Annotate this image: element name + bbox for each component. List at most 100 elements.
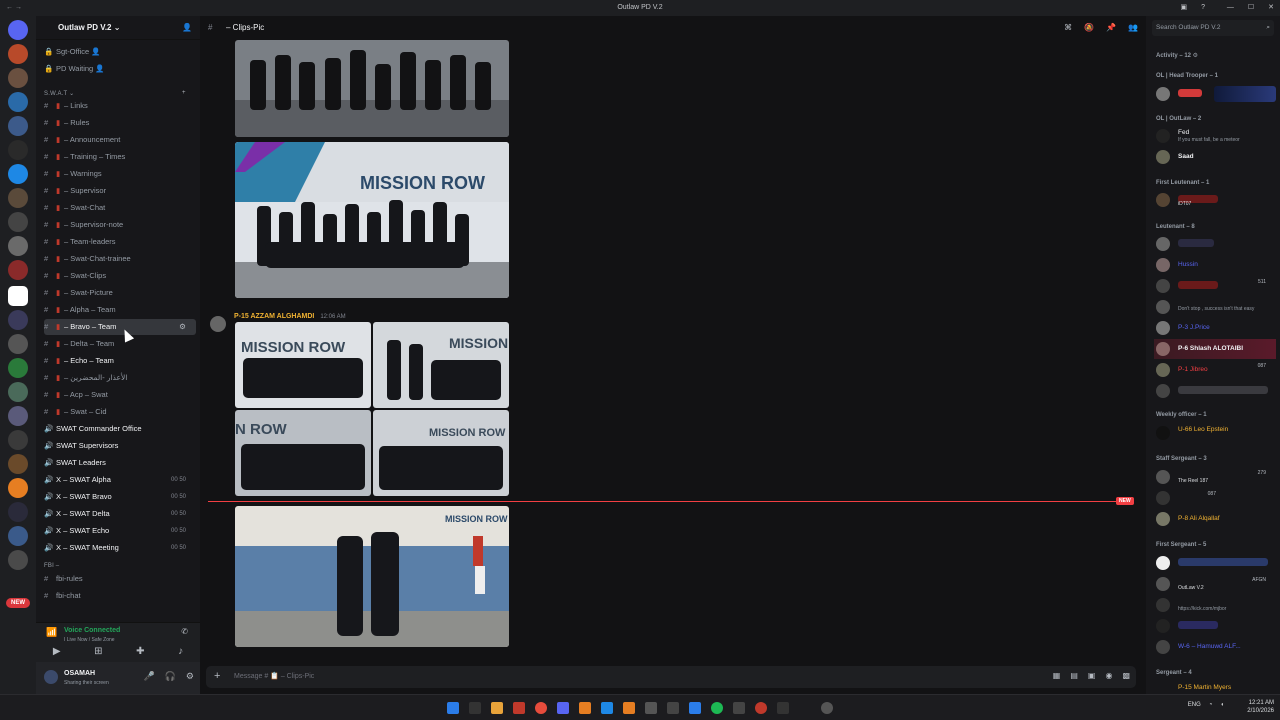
guild-icon[interactable] [8, 406, 28, 426]
voice-channel-item[interactable]: 🔊 SWAT Supervisors [44, 438, 196, 454]
guild-icon[interactable] [8, 20, 28, 40]
guild-icon[interactable] [8, 260, 28, 280]
image-attachment[interactable]: MISSION [373, 322, 509, 408]
channel-item[interactable]: # ▮ – Swat-Chat [44, 200, 196, 216]
channel-item[interactable]: # ▮ – Acp – Swat [44, 387, 196, 403]
guild-icon[interactable] [8, 334, 28, 354]
member-item[interactable] [1154, 553, 1276, 573]
start-icon[interactable] [447, 702, 459, 714]
channel-item[interactable]: # ▮ – Echo – Team [44, 353, 196, 369]
file-explorer-icon[interactable] [491, 702, 503, 714]
image-attachment[interactable]: MISSION ROW [235, 142, 509, 298]
guild-icon[interactable] [8, 164, 28, 184]
channel-item[interactable]: # ▮ – Swat-Clips [44, 268, 196, 284]
member-item[interactable] [1154, 234, 1276, 254]
member-item[interactable] [1154, 616, 1276, 636]
channel-item[interactable]: # ▮ – Swat – Cid [44, 404, 196, 420]
app-icon[interactable] [667, 702, 679, 714]
inbox-icon[interactable]: ▣ [1180, 0, 1187, 16]
add-member-icon[interactable]: 👤 [182, 16, 192, 40]
guild-icon[interactable] [8, 236, 28, 256]
app-icon[interactable] [579, 702, 591, 714]
user-avatar[interactable] [44, 670, 58, 684]
guild-icon[interactable] [8, 478, 28, 498]
gift-icon[interactable]: ▤ [1070, 671, 1078, 680]
app-icon[interactable] [755, 702, 767, 714]
help-icon[interactable]: ? [1201, 0, 1205, 16]
message-input[interactable]: Message # 📋 – Clips-Pic [234, 672, 314, 680]
guild-icon[interactable] [8, 502, 28, 522]
member-item[interactable]: 511 [1154, 276, 1276, 296]
member-item[interactable]: W-6 – Hamuwd ALF... [1154, 637, 1276, 657]
channel-item[interactable]: # ▮ – Swat-Picture [44, 285, 196, 301]
member-item[interactable]: Fed If you must fall, be a meteor [1154, 126, 1276, 146]
voice-channel-item[interactable]: 🔊 X – SWAT Meeting 00 50 [44, 540, 196, 556]
app-icon[interactable] [733, 702, 745, 714]
channel-item[interactable]: # ▮ – Supervisor [44, 183, 196, 199]
gif-icon[interactable]: ▣ [1088, 671, 1096, 680]
channel-item[interactable]: # ▮ – Training – Times [44, 149, 196, 165]
channel-item[interactable]: # fbi-rules [44, 571, 196, 587]
voice-channel-item[interactable]: 🔊 X – SWAT Delta 00 50 [44, 506, 196, 522]
member-item[interactable]: https://kick.com/mjbor [1154, 595, 1276, 615]
guild-icon[interactable] [8, 310, 28, 330]
search-icon[interactable] [469, 702, 481, 714]
guild-icon[interactable] [8, 188, 28, 208]
guild-icon[interactable] [8, 430, 28, 450]
member-item[interactable]: OL [1154, 84, 1276, 104]
channel-settings-icon[interactable]: ⚙ [179, 319, 186, 335]
channel-item[interactable]: # ▮ – Delta – Team [44, 336, 196, 352]
image-attachment[interactable]: MISSION ROW [373, 410, 509, 496]
member-item[interactable]: P-6 Shlash ALOTAIBI [1154, 339, 1276, 359]
channel-item[interactable]: 🔒 PD Waiting 👤 [44, 61, 196, 77]
notifications-icon[interactable]: 🔕 [1084, 16, 1094, 40]
guild-icon[interactable] [8, 44, 28, 64]
member-item[interactable]: Hussin [1154, 255, 1276, 275]
member-item[interactable]: P-8 Ali Alqallaf [1154, 509, 1276, 529]
author-avatar[interactable] [210, 316, 226, 332]
channel-item[interactable]: # ▮ – Links [44, 98, 196, 114]
system-tray[interactable]: ENG ◔ ◖ [1188, 702, 1224, 708]
app-icon[interactable] [601, 702, 613, 714]
settings-gear-icon[interactable]: ⚙ [186, 671, 194, 682]
image-attachment[interactable] [235, 40, 509, 137]
guild-icon[interactable] [8, 550, 28, 570]
member-item[interactable]: U-66 Leo Epstein [1154, 423, 1276, 443]
camera-icon[interactable]: ▶ [53, 646, 61, 657]
activity-icon[interactable]: ✚ [136, 646, 144, 657]
guild-icon[interactable] [8, 358, 28, 378]
member-item[interactable]: OutLaw V.2 AFGN [1154, 574, 1276, 594]
channel-item[interactable]: 🔒 Sgt-Office 👤 [44, 44, 196, 60]
channel-item[interactable]: # fbi-chat [44, 588, 196, 604]
voice-channel[interactable]: I Live Now / Safe Zone [64, 637, 115, 643]
chrome-icon[interactable] [535, 702, 547, 714]
app-icon[interactable] [777, 702, 789, 714]
back-icon[interactable]: ← → [6, 0, 22, 16]
member-item[interactable]: The Reel 187 279 [1154, 467, 1276, 487]
pin-icon[interactable]: 📌 [1106, 16, 1116, 40]
channel-item[interactable]: # ▮ – Alpha – Team [44, 302, 196, 318]
attach-plus-icon[interactable]: + [214, 670, 220, 682]
member-item[interactable]: Saad [1154, 147, 1276, 167]
guild-icon[interactable] [8, 454, 28, 474]
app-icon[interactable] [645, 702, 657, 714]
member-item[interactable]: P-1 Jibreo 087 [1154, 360, 1276, 380]
disconnect-icon[interactable]: ✆ [181, 627, 188, 636]
voice-channel-item[interactable]: 🔊 X – SWAT Alpha 00 50 [44, 472, 196, 488]
voice-channel-item[interactable]: 🔊 X – SWAT Echo 00 50 [44, 523, 196, 539]
message-list[interactable]: MISSION ROW P-15 AZZAM ALGHAMDI 12:06 AM [200, 40, 1146, 664]
guild-icon[interactable] [8, 526, 28, 546]
message-composer[interactable]: + Message # 📋 – Clips-Pic ▦ ▤ ▣ ◉ ▩ [206, 666, 1136, 688]
server-header[interactable]: Outlaw PD V.2 ⌄ 👤 [36, 16, 200, 40]
voice-channel-item[interactable]: 🔊 SWAT Commander Office [44, 421, 196, 437]
category-fbi[interactable]: FBI – [44, 563, 59, 569]
channel-item[interactable]: # ▮ – Announcement [44, 132, 196, 148]
user-name[interactable]: OSAMAH [64, 670, 95, 677]
app-icon[interactable] [821, 702, 833, 714]
guild-icon[interactable] [8, 68, 28, 88]
member-item[interactable]: Don't stop , success isn't that easy [1154, 297, 1276, 317]
spotify-icon[interactable] [711, 702, 723, 714]
guild-icon[interactable] [8, 92, 28, 112]
sticker-icon[interactable]: ◉ [1105, 671, 1112, 680]
channel-item[interactable]: # ▮ – Swat-Chat-trainee [44, 251, 196, 267]
